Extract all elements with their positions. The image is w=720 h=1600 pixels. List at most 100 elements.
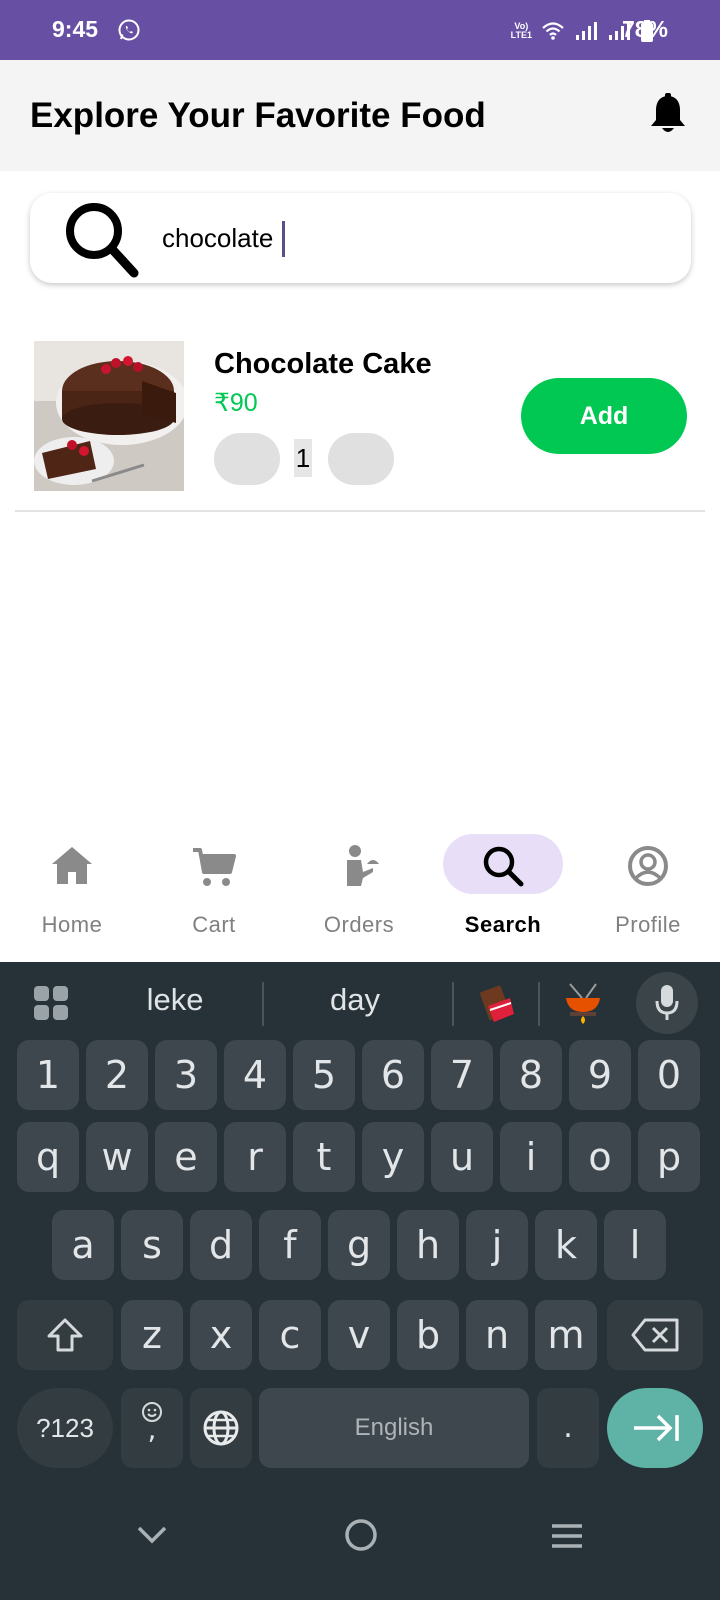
nav-item-home[interactable]: Home bbox=[0, 812, 144, 962]
key-6[interactable]: 6 bbox=[362, 1040, 424, 1110]
key-2[interactable]: 2 bbox=[86, 1040, 148, 1110]
key-5[interactable]: 5 bbox=[293, 1040, 355, 1110]
suggestion-divider bbox=[538, 982, 540, 1026]
key-4[interactable]: 4 bbox=[224, 1040, 286, 1110]
key-f[interactable]: f bbox=[259, 1210, 321, 1280]
search-icon bbox=[483, 846, 524, 887]
suggestion-divider bbox=[262, 982, 264, 1026]
volte-icon: Vo) LTE1 bbox=[510, 21, 532, 40]
language-key[interactable] bbox=[190, 1388, 252, 1468]
search-input[interactable] bbox=[162, 219, 642, 257]
nav-label-search: Search bbox=[464, 912, 542, 937]
key-y[interactable]: y bbox=[362, 1122, 424, 1192]
chocolate-bar-emoji[interactable] bbox=[478, 984, 518, 1024]
nav-item-search[interactable]: Search bbox=[431, 812, 575, 962]
key-t[interactable]: t bbox=[293, 1122, 355, 1192]
key-m[interactable]: m bbox=[535, 1300, 597, 1370]
key-j[interactable]: j bbox=[466, 1210, 528, 1280]
key-d[interactable]: d bbox=[190, 1210, 252, 1280]
waiter-icon bbox=[347, 845, 379, 886]
key-9[interactable]: 9 bbox=[569, 1040, 631, 1110]
suggestion-2[interactable]: day bbox=[280, 982, 430, 1018]
keyboard-apps-icon[interactable] bbox=[32, 984, 70, 1022]
home-circle-icon[interactable] bbox=[344, 1518, 378, 1552]
hide-keyboard-icon[interactable] bbox=[136, 1524, 168, 1546]
bell-icon[interactable] bbox=[648, 93, 688, 135]
space-key[interactable]: English bbox=[259, 1388, 529, 1468]
page-title: Explore Your Favorite Food bbox=[30, 96, 486, 135]
key-i[interactable]: i bbox=[500, 1122, 562, 1192]
key-p[interactable]: p bbox=[638, 1122, 700, 1192]
suggestion-divider bbox=[452, 982, 454, 1026]
key-u[interactable]: u bbox=[431, 1122, 493, 1192]
key-g[interactable]: g bbox=[328, 1210, 390, 1280]
app-header: Explore Your Favorite Food bbox=[0, 60, 720, 171]
globe-icon bbox=[203, 1410, 239, 1446]
key-k[interactable]: k bbox=[535, 1210, 597, 1280]
item-price: ₹90 bbox=[214, 389, 258, 417]
nav-item-cart[interactable]: Cart bbox=[142, 812, 286, 962]
key-b[interactable]: b bbox=[397, 1300, 459, 1370]
nav-label-home: Home bbox=[41, 912, 103, 937]
nav-item-profile[interactable]: Profile bbox=[576, 812, 720, 962]
period-key[interactable]: . bbox=[537, 1388, 599, 1468]
status-bar: 9:45 Vo) LTE1 78% bbox=[0, 0, 720, 60]
key-e[interactable]: e bbox=[155, 1122, 217, 1192]
nav-label-profile: Profile bbox=[615, 912, 681, 937]
key-z[interactable]: z bbox=[121, 1300, 183, 1370]
battery-percent: 78% bbox=[621, 16, 668, 42]
signal-icon bbox=[576, 22, 597, 40]
nav-item-orders[interactable]: Orders bbox=[287, 812, 431, 962]
microphone-icon bbox=[655, 985, 679, 1020]
key-q[interactable]: q bbox=[17, 1122, 79, 1192]
symbols-key[interactable]: ?123 bbox=[17, 1388, 113, 1468]
key-h[interactable]: h bbox=[397, 1210, 459, 1280]
key-1[interactable]: 1 bbox=[17, 1040, 79, 1110]
item-name: Chocolate Cake bbox=[214, 348, 432, 380]
food-list-item: Chocolate Cake ₹90 1 Add bbox=[15, 330, 705, 512]
increase-quantity-button[interactable] bbox=[328, 433, 394, 485]
add-button[interactable]: Add bbox=[521, 378, 687, 454]
bottom-nav: Home Cart Orders Search Profile bbox=[0, 812, 720, 962]
shift-icon bbox=[47, 1318, 83, 1352]
key-c[interactable]: c bbox=[259, 1300, 321, 1370]
key-x[interactable]: x bbox=[190, 1300, 252, 1370]
decrease-quantity-button[interactable] bbox=[214, 433, 280, 485]
profile-icon bbox=[628, 846, 668, 886]
key-8[interactable]: 8 bbox=[500, 1040, 562, 1110]
search-icon bbox=[66, 203, 139, 278]
key-a[interactable]: a bbox=[52, 1210, 114, 1280]
key-l[interactable]: l bbox=[604, 1210, 666, 1280]
key-s[interactable]: s bbox=[121, 1210, 183, 1280]
on-screen-keyboard: leke day 1 2 3 4 5 6 7 8 9 0 q w e r t y… bbox=[0, 962, 720, 1600]
whatsapp-icon bbox=[118, 19, 140, 41]
key-v[interactable]: v bbox=[328, 1300, 390, 1370]
key-3[interactable]: 3 bbox=[155, 1040, 217, 1110]
suggestion-bar: leke day bbox=[0, 962, 720, 1046]
text-cursor bbox=[282, 221, 285, 257]
system-nav-bar bbox=[0, 1482, 720, 1600]
key-n[interactable]: n bbox=[466, 1300, 528, 1370]
key-0[interactable]: 0 bbox=[638, 1040, 700, 1110]
key-o[interactable]: o bbox=[569, 1122, 631, 1192]
app-screen: 9:45 Vo) LTE1 78% Explore Your Favorite … bbox=[0, 0, 720, 1600]
key-r[interactable]: r bbox=[224, 1122, 286, 1192]
key-7[interactable]: 7 bbox=[431, 1040, 493, 1110]
cart-icon bbox=[193, 848, 236, 886]
shift-key[interactable] bbox=[17, 1300, 113, 1370]
nav-label-orders: Orders bbox=[323, 912, 395, 937]
key-w[interactable]: w bbox=[86, 1122, 148, 1192]
nav-label-cart: Cart bbox=[192, 912, 236, 937]
menu-lines-icon[interactable] bbox=[550, 1522, 584, 1550]
food-image bbox=[34, 341, 184, 491]
backspace-key[interactable] bbox=[607, 1300, 703, 1370]
enter-key[interactable] bbox=[607, 1388, 703, 1468]
suggestion-1[interactable]: leke bbox=[100, 982, 250, 1018]
quantity-value: 1 bbox=[294, 439, 312, 477]
fondue-emoji[interactable] bbox=[562, 982, 604, 1024]
status-time: 9:45 bbox=[52, 16, 99, 42]
search-bar[interactable] bbox=[30, 193, 691, 283]
emoji-comma-key[interactable]: , bbox=[121, 1388, 183, 1468]
voice-input-button[interactable] bbox=[636, 972, 698, 1034]
next-arrow-icon bbox=[634, 1414, 679, 1442]
